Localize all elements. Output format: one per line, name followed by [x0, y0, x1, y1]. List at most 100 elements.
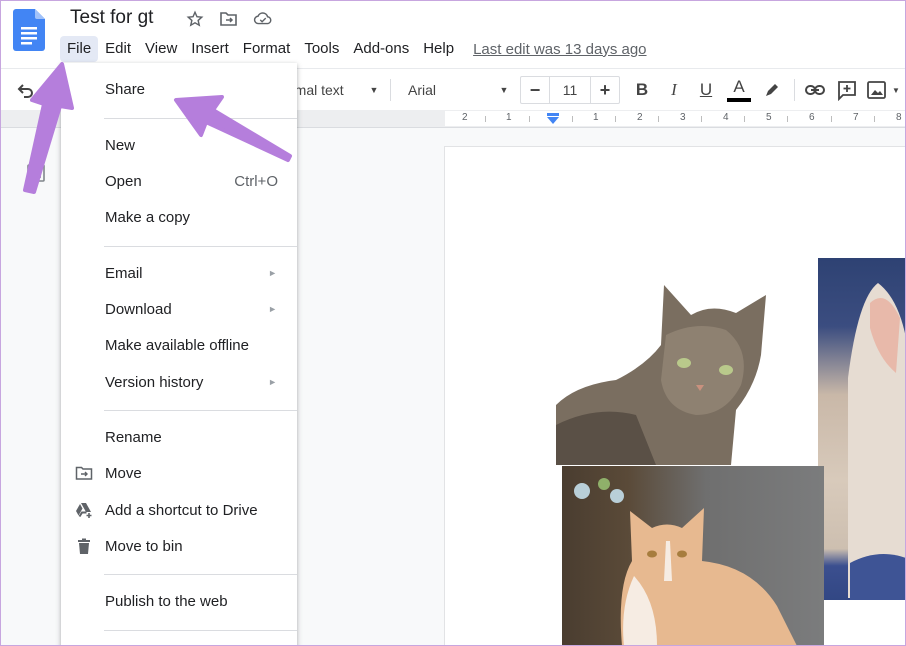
submenu-arrow-icon: ► [268, 377, 277, 387]
document-title[interactable]: Test for gt [70, 7, 153, 29]
drive-shortcut-icon [76, 503, 92, 518]
menu-edit[interactable]: Edit [98, 36, 138, 62]
file-menu-item-move-to-bin[interactable]: Move to bin [61, 529, 297, 563]
submenu-arrow-icon: ► [268, 268, 277, 278]
ruler-tick [572, 116, 573, 122]
ruler-tick [658, 116, 659, 122]
text-color-button[interactable]: A [726, 69, 752, 111]
insert-image-dropdown-icon[interactable]: ▼ [890, 69, 902, 111]
folder-move-icon [75, 466, 93, 480]
file-menu-item-share[interactable]: Share [61, 72, 297, 106]
menu-separator [104, 118, 297, 119]
menu-separator [104, 410, 297, 411]
paragraph-style-select[interactable]: rmal text [290, 69, 352, 111]
file-menu-item-rename[interactable]: Rename [61, 420, 297, 454]
menu-item-label: Publish to the web [105, 592, 228, 610]
ruler-tick [615, 116, 616, 122]
file-menu-item-add-shortcut-to-drive[interactable]: Add a shortcut to Drive [61, 493, 297, 527]
move-to-folder-icon[interactable] [219, 10, 239, 28]
ruler-label: 8 [896, 112, 902, 123]
menu-item-label: Download [105, 300, 172, 318]
submenu-arrow-icon: ► [268, 304, 277, 314]
menu-item-label: Email [105, 264, 143, 282]
menu-item-label: Make a copy [105, 208, 191, 226]
highlight-pen-icon[interactable] [762, 80, 782, 100]
file-menu-item-version-history[interactable]: Version history ► [61, 365, 297, 399]
menu-help[interactable]: Help [416, 36, 461, 62]
file-menu-item-download[interactable]: Download ► [61, 292, 297, 326]
menu-item-label: Open [105, 172, 142, 190]
ruler-label: 3 [680, 112, 686, 123]
menu-item-shortcut: Ctrl+O [234, 172, 278, 190]
menu-item-label: Add a shortcut to Drive [105, 501, 258, 519]
menu-tools[interactable]: Tools [297, 36, 346, 62]
horizontal-ruler[interactable]: 2 1 1 2 3 4 5 6 7 8 [445, 111, 906, 126]
menu-item-label: Move to bin [105, 537, 183, 555]
link-icon[interactable] [804, 81, 826, 99]
menu-format[interactable]: Format [236, 36, 298, 62]
file-menu-item-new[interactable]: New ► [61, 128, 297, 162]
file-menu-item-publish-to-web[interactable]: Publish to the web [61, 584, 297, 618]
submenu-arrow-icon: ► [268, 140, 277, 150]
bold-button[interactable]: B [632, 69, 652, 111]
font-family-dropdown-icon[interactable]: ▼ [496, 69, 512, 111]
menu-item-label: Rename [105, 428, 162, 446]
google-docs-logo-icon[interactable] [13, 9, 45, 51]
increase-font-size-button[interactable]: + [591, 77, 619, 103]
menu-item-label: Share [105, 80, 146, 98]
text-color-swatch [727, 98, 751, 102]
ruler-label: 2 [637, 112, 643, 123]
file-menu-item-open[interactable]: Open Ctrl+O [61, 164, 297, 198]
ruler-label: 2 [462, 112, 468, 123]
ruler-label: 4 [723, 112, 729, 123]
font-size-input[interactable]: 11 [549, 77, 591, 103]
ruler-label: 7 [853, 112, 859, 123]
star-icon[interactable] [185, 10, 205, 28]
tabby-cat-image[interactable] [556, 275, 818, 465]
document-outline-icon[interactable] [26, 163, 46, 183]
font-family-select[interactable]: Arial [408, 69, 448, 111]
undo-icon[interactable] [16, 81, 36, 99]
file-menu-dropdown: Share New ► Open Ctrl+O Make a copy Emai… [61, 63, 297, 646]
file-menu-item-make-a-copy[interactable]: Make a copy [61, 200, 297, 234]
ruler-tick [744, 116, 745, 122]
toolbar-divider [390, 79, 391, 101]
ruler-label: 5 [766, 112, 772, 123]
cloud-saved-icon[interactable] [253, 10, 273, 28]
insert-image-icon[interactable] [866, 80, 888, 100]
ginger-cat-image[interactable] [562, 466, 824, 646]
ruler-label: 1 [593, 112, 599, 123]
ruler-tick [529, 116, 530, 122]
white-cat-image[interactable] [818, 258, 906, 600]
trash-icon [78, 538, 90, 554]
ruler-tick [831, 116, 832, 122]
paragraph-style-dropdown-icon[interactable]: ▼ [366, 69, 382, 111]
menu-separator [104, 246, 297, 247]
ruler-tick [874, 116, 875, 122]
menu-insert[interactable]: Insert [184, 36, 236, 62]
file-menu-item-email[interactable]: Email ► [61, 256, 297, 290]
italic-button[interactable]: I [664, 69, 684, 111]
toolbar-divider [794, 79, 795, 101]
indent-marker-handle[interactable] [546, 113, 560, 125]
ruler-tick [485, 116, 486, 122]
menu-bar: File Edit View Insert Format Tools Add-o… [60, 36, 647, 62]
menu-item-label: Version history [105, 373, 204, 391]
decrease-font-size-button[interactable]: − [521, 77, 549, 103]
menu-file[interactable]: File [60, 36, 99, 62]
menu-item-label: Make available offline [105, 336, 249, 354]
ruler-label: 1 [506, 112, 512, 123]
app-header: Test for gt File Edit View Insert Format… [0, 0, 906, 66]
file-menu-item-make-available-offline[interactable]: Make available offline [61, 328, 297, 362]
underline-button[interactable]: U [696, 69, 716, 111]
ruler-tick [787, 116, 788, 122]
menu-separator [104, 630, 297, 631]
file-menu-item-move[interactable]: Move [61, 456, 297, 490]
menu-add-ons[interactable]: Add-ons [346, 36, 416, 62]
menu-view[interactable]: View [138, 36, 184, 62]
menu-item-label: New [105, 136, 136, 154]
font-size-stepper: − 11 + [520, 76, 620, 104]
last-edit-link[interactable]: Last edit was 13 days ago [473, 41, 646, 58]
add-comment-icon[interactable] [836, 79, 858, 101]
ruler-tick [701, 116, 702, 122]
